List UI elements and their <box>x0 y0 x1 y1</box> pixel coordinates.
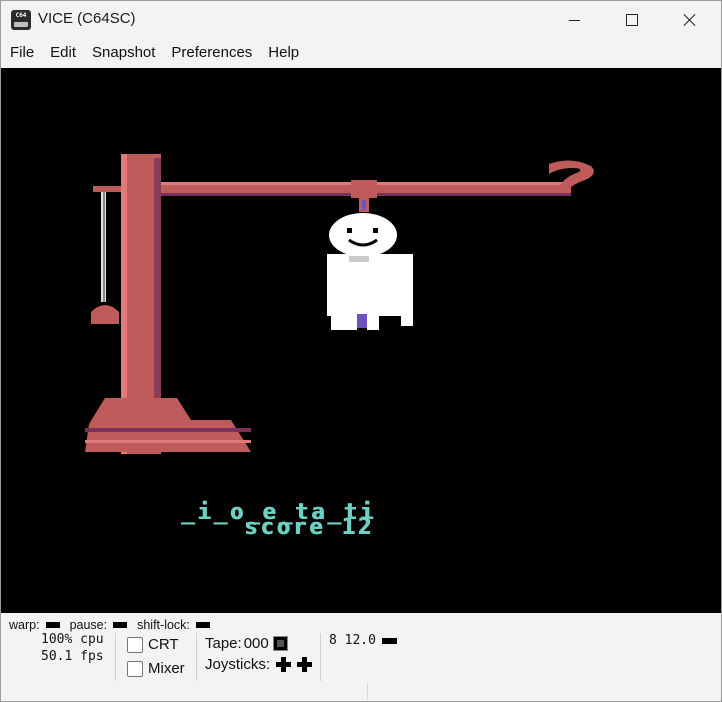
mixer-toggle[interactable]: Mixer <box>127 660 185 677</box>
cpu-usage: 100% cpu <box>41 632 104 647</box>
joystick-1-icon[interactable] <box>276 657 292 672</box>
drive-readout: 8 12.0 <box>329 633 376 648</box>
menu-bar: File Edit Snapshot Preferences Help <box>1 39 721 67</box>
close-button[interactable] <box>661 1 719 39</box>
menu-preferences[interactable]: Preferences <box>163 39 260 67</box>
emulator-screen[interactable]: _i_o_e_ta_ti score 12 <box>1 68 721 613</box>
warp-led[interactable] <box>45 622 60 628</box>
menu-snapshot[interactable]: Snapshot <box>84 39 163 67</box>
crt-label: CRT <box>148 636 179 653</box>
joysticks-label: Joysticks: <box>205 656 271 673</box>
mixer-label: Mixer <box>148 660 185 677</box>
minimize-icon <box>568 19 580 21</box>
maximize-button[interactable] <box>603 1 661 39</box>
hanged-figure <box>327 213 413 330</box>
drive-status[interactable]: 8 12.0 <box>329 633 397 648</box>
c64-app-icon[interactable]: C64 <box>11 10 31 30</box>
warp-label: warp: <box>9 618 40 632</box>
menu-help[interactable]: Help <box>260 39 307 67</box>
separator <box>115 633 116 681</box>
separator <box>196 633 197 681</box>
drive-led <box>381 637 397 644</box>
shift-lock-led[interactable] <box>195 622 210 628</box>
crt-toggle[interactable]: CRT <box>127 636 179 653</box>
minimize-button[interactable] <box>545 1 603 39</box>
score-text: score 12 <box>244 515 374 540</box>
menu-file[interactable]: File <box>1 39 42 67</box>
tape-status[interactable]: Tape: 000 <box>205 635 288 652</box>
maximize-icon <box>626 14 638 26</box>
fps-readout: 50.1 fps <box>41 649 104 664</box>
tape-control-icon[interactable] <box>272 636 288 651</box>
mixer-checkbox[interactable] <box>127 660 143 677</box>
status-divider <box>367 683 368 699</box>
tape-label: Tape: <box>205 635 242 652</box>
shift-lock-label: shift-lock: <box>137 618 190 632</box>
separator <box>320 633 321 681</box>
app-icon-text: C64 <box>15 12 27 19</box>
title-bar[interactable]: C64 VICE (C64SC) <box>1 1 721 39</box>
status-indicators: warp: pause: shift-lock: <box>9 617 210 633</box>
joystick-2-icon[interactable] <box>297 657 313 672</box>
joysticks-status[interactable]: Joysticks: <box>205 656 313 673</box>
status-bar: warp: pause: shift-lock: 100% cpu 50.1 f… <box>1 613 721 701</box>
pause-led[interactable] <box>113 622 128 628</box>
close-icon <box>683 13 697 27</box>
pause-label: pause: <box>69 618 108 632</box>
menu-edit[interactable]: Edit <box>42 39 84 67</box>
window-title: VICE (C64SC) <box>38 10 136 27</box>
tape-counter: 000 <box>243 635 269 652</box>
crt-checkbox[interactable] <box>127 636 143 653</box>
vice-window: C64 VICE (C64SC) File Edit Snapshot Pref… <box>0 0 722 702</box>
